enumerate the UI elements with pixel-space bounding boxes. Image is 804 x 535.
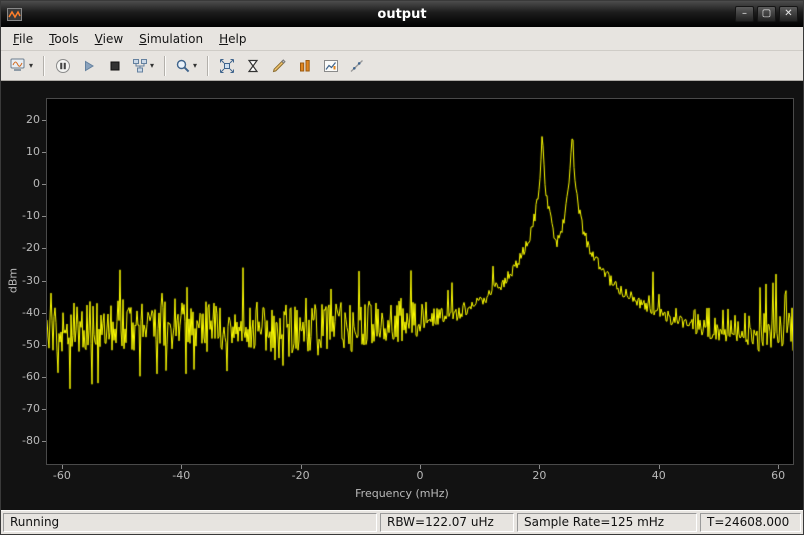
zoom-icon — [175, 58, 191, 74]
x-tick-mark — [420, 465, 421, 469]
window-measurements-icon — [323, 58, 339, 74]
step-forward-icon — [81, 58, 97, 74]
spectrum-settings-button[interactable] — [293, 54, 317, 78]
zoom-button[interactable]: ▾ — [172, 54, 200, 78]
y-tick-mark — [42, 345, 46, 346]
peak-finder-button[interactable] — [267, 54, 291, 78]
y-tick-label: -40 — [2, 306, 40, 320]
toolbar-separator — [207, 56, 208, 76]
y-tick-mark — [42, 441, 46, 442]
close-button[interactable]: ✕ — [779, 6, 798, 22]
y-tick-label: -10 — [2, 209, 40, 223]
spectrum-settings-icon — [297, 58, 313, 74]
status-sample-rate: Sample Rate=125 mHz — [517, 513, 697, 532]
toolbar-separator — [43, 56, 44, 76]
stop-button[interactable] — [103, 54, 127, 78]
spectral-mask-button[interactable] — [345, 54, 369, 78]
maximize-button[interactable]: ▢ — [757, 6, 776, 22]
x-axis-label: Frequency (mHz) — [1, 487, 803, 500]
y-tick-mark — [42, 216, 46, 217]
y-tick-label: -30 — [2, 274, 40, 288]
status-running: Running — [3, 513, 377, 532]
stop-icon — [107, 58, 123, 74]
scope-settings-icon — [10, 58, 27, 73]
x-tick-mark — [181, 465, 182, 469]
menu-help[interactable]: Help — [211, 28, 254, 50]
x-tick-label: -20 — [279, 469, 323, 483]
y-tick-label: -70 — [2, 402, 40, 416]
x-tick-mark — [778, 465, 779, 469]
x-tick-mark — [301, 465, 302, 469]
step-forward-button[interactable] — [77, 54, 101, 78]
x-tick-label: -60 — [40, 469, 84, 483]
x-tick-mark — [659, 465, 660, 469]
dropdown-caret-icon: ▾ — [29, 61, 33, 70]
title-bar[interactable]: output – ▢ ✕ — [1, 1, 803, 27]
y-tick-label: -80 — [2, 434, 40, 448]
x-tick-label: 0 — [398, 469, 442, 483]
simulation-options-button[interactable]: ▾ — [129, 54, 157, 78]
window-title: output — [1, 7, 803, 22]
y-tick-label: 10 — [2, 145, 40, 159]
y-tick-mark — [42, 152, 46, 153]
y-tick-label: -20 — [2, 241, 40, 255]
y-tick-mark — [42, 120, 46, 121]
x-tick-label: 60 — [756, 469, 800, 483]
status-bar: Running RBW=122.07 uHz Sample Rate=125 m… — [1, 510, 803, 534]
x-tick-label: 20 — [517, 469, 561, 483]
scale-axes-icon — [219, 58, 235, 74]
spectrum-analyzer-window: output – ▢ ✕ File Tools View Simulation … — [0, 0, 804, 535]
x-tick-label: -40 — [159, 469, 203, 483]
y-tick-label: 0 — [2, 177, 40, 191]
minimize-button[interactable]: – — [735, 6, 754, 22]
y-tick-mark — [42, 184, 46, 185]
toolbar: ▾ ▾ — [1, 51, 803, 81]
simulation-options-icon — [132, 58, 148, 74]
plot-region: dBm Frequency (mHz) 20100-10-20-30-40-50… — [1, 81, 803, 510]
menu-bar: File Tools View Simulation Help — [1, 27, 803, 51]
menu-tools[interactable]: Tools — [41, 28, 87, 50]
window-measurements-button[interactable] — [319, 54, 343, 78]
y-tick-mark — [42, 281, 46, 282]
dropdown-caret-icon: ▾ — [150, 61, 154, 70]
y-tick-label: -60 — [2, 370, 40, 384]
menu-view[interactable]: View — [87, 28, 131, 50]
y-tick-label: -50 — [2, 338, 40, 352]
y-tick-label: 20 — [2, 113, 40, 127]
status-time: T=24608.000 — [700, 513, 801, 532]
y-tick-mark — [42, 248, 46, 249]
pause-icon — [55, 58, 71, 74]
spectral-mask-icon — [349, 58, 365, 74]
app-scope-icon — [7, 8, 22, 21]
pause-button[interactable] — [51, 54, 75, 78]
x-tick-label: 40 — [637, 469, 681, 483]
cursor-measurements-icon — [245, 58, 261, 74]
app-scope-icon — [7, 8, 22, 21]
menu-simulation[interactable]: Simulation — [131, 28, 211, 50]
y-tick-mark — [42, 377, 46, 378]
spectrum-trace-canvas[interactable] — [47, 99, 793, 464]
window-controls: – ▢ ✕ — [735, 6, 798, 22]
y-tick-mark — [42, 409, 46, 410]
dropdown-caret-icon: ▾ — [193, 61, 197, 70]
peak-finder-icon — [271, 58, 287, 74]
scope-settings-button[interactable]: ▾ — [7, 54, 36, 78]
y-tick-mark — [42, 313, 46, 314]
spectrum-plot[interactable] — [46, 98, 794, 465]
status-rbw: RBW=122.07 uHz — [380, 513, 514, 532]
menu-file[interactable]: File — [5, 28, 41, 50]
x-tick-mark — [539, 465, 540, 469]
cursor-measurements-button[interactable] — [241, 54, 265, 78]
x-tick-mark — [62, 465, 63, 469]
toolbar-separator — [164, 56, 165, 76]
scale-axes-button[interactable] — [215, 54, 239, 78]
